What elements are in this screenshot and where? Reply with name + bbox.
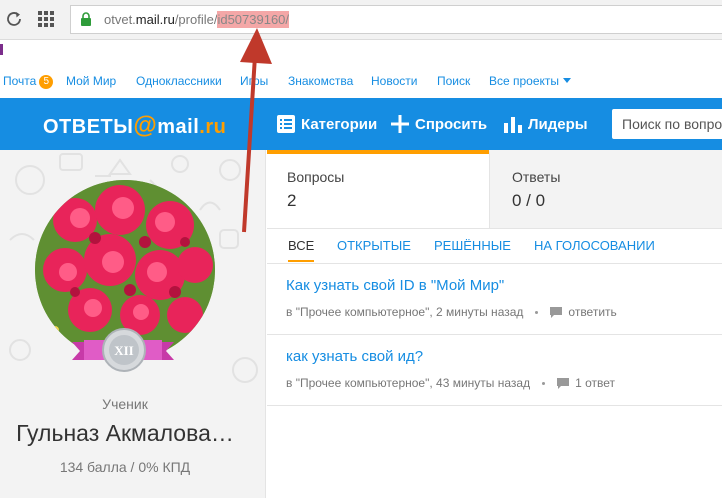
bar-chart-icon bbox=[504, 117, 522, 133]
stat-answers-label: Ответы bbox=[512, 169, 561, 185]
page-edge-mark bbox=[0, 44, 3, 55]
stat-questions-label: Вопросы bbox=[287, 169, 345, 185]
portal-item-ok[interactable]: Одноклассники bbox=[136, 74, 222, 88]
reload-icon[interactable] bbox=[3, 8, 25, 30]
profile-sidebar: XII Ученик Гульназ Акмалова… 134 балла /… bbox=[0, 150, 266, 498]
question-item: Как узнать свой ID в "Мой Мир" в "Прочее… bbox=[267, 265, 722, 335]
stat-answers-value: 0 / 0 bbox=[512, 191, 546, 210]
tab-all[interactable]: Все bbox=[288, 238, 315, 262]
site-navbar: ОТВЕТЫ@mail.ru Категории Спросить Лидеры bbox=[0, 98, 722, 150]
user-name[interactable]: Гульназ Акмалова… bbox=[0, 420, 250, 447]
separator-dot bbox=[535, 310, 539, 314]
portal-item-dating[interactable]: Знакомства bbox=[288, 74, 353, 88]
portal-item-news[interactable]: Новости bbox=[371, 74, 417, 88]
answer-link[interactable]: ответить bbox=[568, 305, 616, 319]
user-points: 134 балла / 0% КПД bbox=[59, 459, 191, 475]
apps-grid-icon[interactable] bbox=[38, 11, 54, 27]
tab-solved[interactable]: Решённые bbox=[434, 238, 511, 260]
rank-numeral: XII bbox=[114, 343, 134, 358]
list-icon bbox=[277, 115, 295, 133]
separator-dot bbox=[542, 381, 546, 385]
search-input[interactable] bbox=[612, 109, 722, 139]
rank-medal-icon: XII bbox=[102, 328, 146, 372]
question-title-link[interactable]: как узнать свой ид? bbox=[286, 348, 423, 365]
portal-item-search[interactable]: Поиск bbox=[437, 74, 470, 88]
plus-icon bbox=[391, 115, 409, 133]
question-filter-tabs: Все Открытые Решённые На голосовании bbox=[267, 230, 722, 264]
comment-icon bbox=[557, 377, 570, 389]
question-meta: в "Прочее компьютерное", 2 минуты назад … bbox=[286, 305, 617, 319]
portal-item-mail[interactable]: Почта 5 bbox=[3, 74, 54, 89]
question-item: как узнать свой ид? в "Прочее компьютерн… bbox=[267, 336, 722, 406]
answer-count[interactable]: 1 ответ bbox=[575, 376, 615, 390]
comment-icon bbox=[550, 306, 563, 318]
tab-voting[interactable]: На голосовании bbox=[534, 238, 655, 260]
nav-leaders-button[interactable]: Лидеры bbox=[504, 113, 588, 135]
question-category[interactable]: в "Прочее компьютерное", 43 минуты назад bbox=[286, 376, 530, 390]
mail-badge: 5 bbox=[39, 75, 54, 89]
address-bar[interactable]: otvet.mail.ru/profile/id50739160/ bbox=[70, 5, 722, 34]
site-logo[interactable]: ОТВЕТЫ@mail.ru bbox=[43, 112, 226, 140]
user-rank: Ученик bbox=[102, 396, 148, 412]
stat-questions-value: 2 bbox=[287, 191, 297, 210]
browser-toolbar: otvet.mail.ru/profile/id50739160/ bbox=[0, 0, 722, 40]
portal-item-all-projects[interactable]: Все проекты bbox=[489, 74, 572, 88]
portal-item-games[interactable]: Игры bbox=[240, 74, 268, 88]
url-highlight: id50739160/ bbox=[217, 11, 290, 28]
stat-answers[interactable]: Ответы 0 / 0 bbox=[489, 150, 722, 228]
nav-ask-button[interactable]: Спросить bbox=[391, 113, 487, 135]
question-category[interactable]: в "Прочее компьютерное", 2 минуты назад bbox=[286, 305, 523, 319]
nav-categories-button[interactable]: Категории bbox=[277, 113, 377, 135]
portal-item-my-world[interactable]: Мой Мир bbox=[66, 74, 116, 88]
chevron-down-icon bbox=[563, 78, 572, 83]
question-meta: в "Прочее компьютерное", 43 минуты назад… bbox=[286, 376, 615, 390]
divider bbox=[267, 228, 722, 229]
lock-icon bbox=[81, 12, 91, 26]
tab-open[interactable]: Открытые bbox=[337, 238, 411, 260]
url-text: otvet.mail.ru/profile/id50739160/ bbox=[104, 11, 290, 28]
stat-questions[interactable]: Вопросы 2 bbox=[267, 150, 489, 228]
question-title-link[interactable]: Как узнать свой ID в "Мой Мир" bbox=[286, 277, 504, 294]
